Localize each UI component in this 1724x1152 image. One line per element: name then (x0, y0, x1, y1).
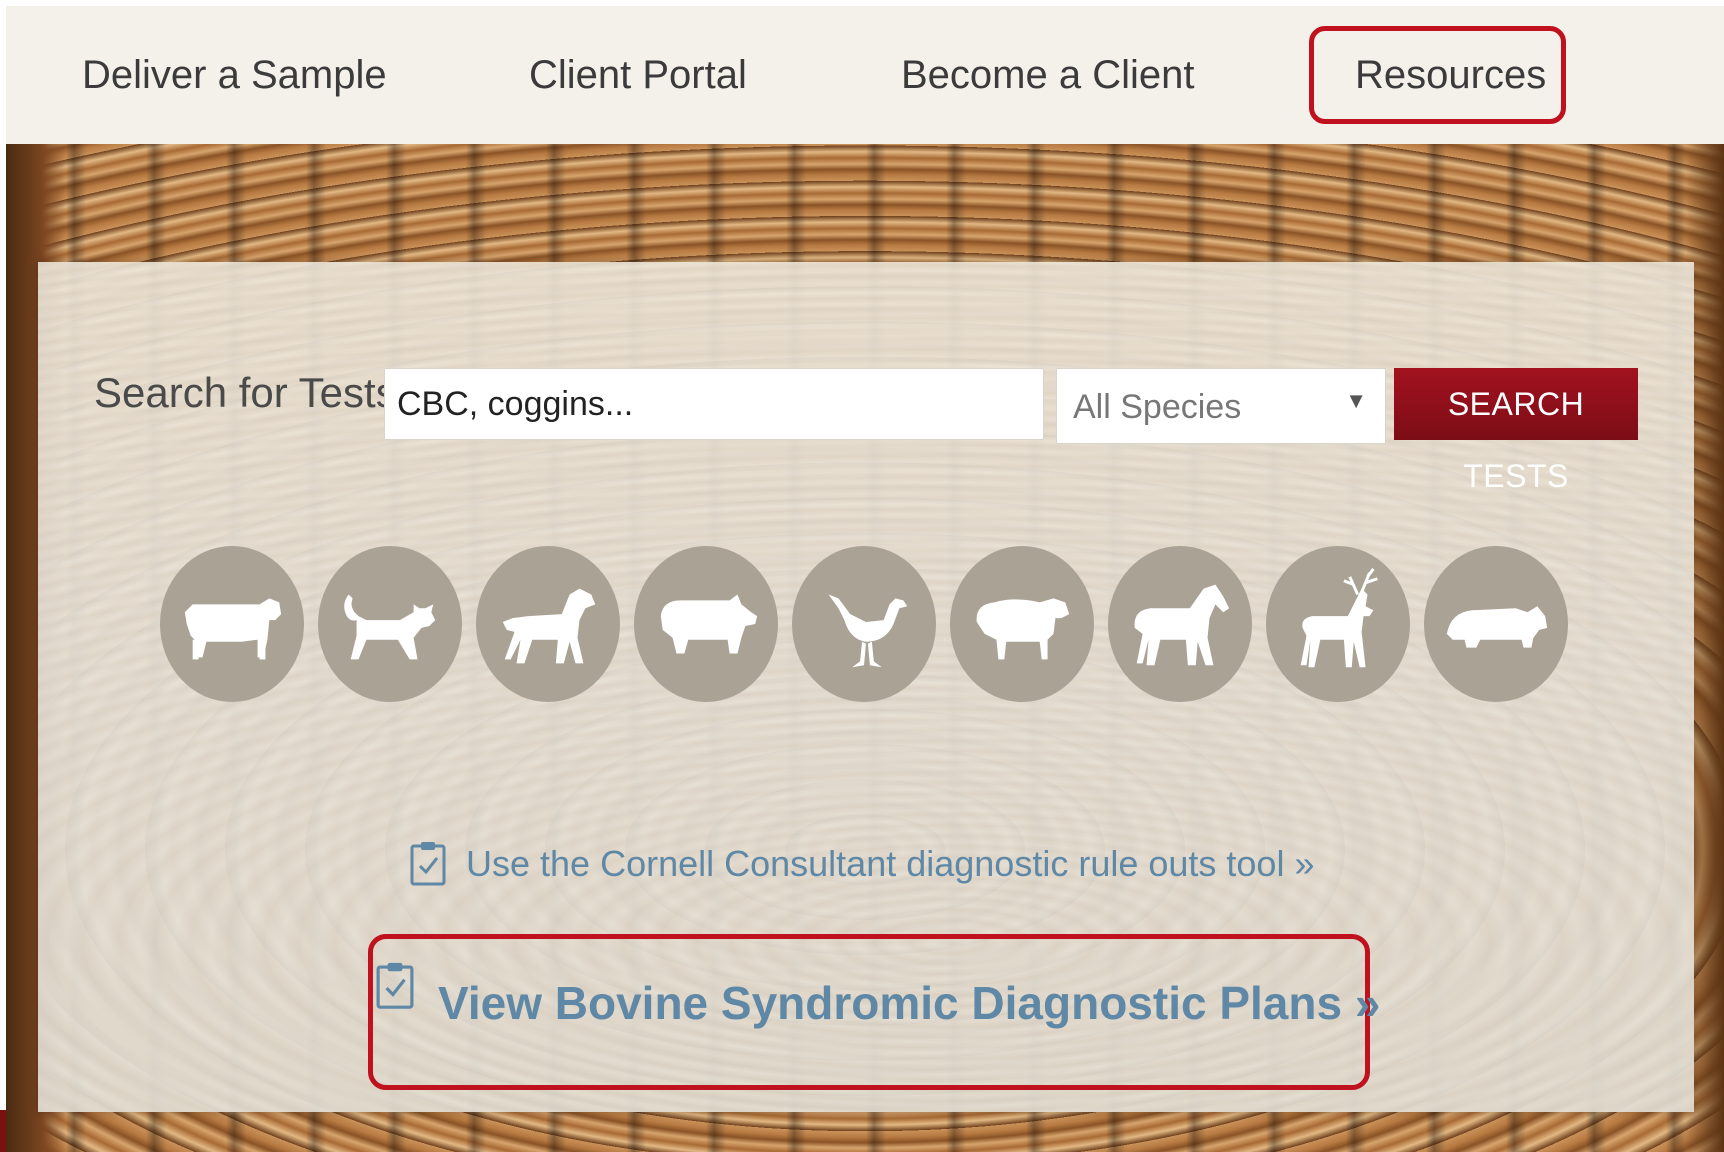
species-cat-button[interactable] (318, 546, 462, 702)
nav-deliver-sample[interactable]: Deliver a Sample (82, 6, 387, 144)
cow-icon (184, 598, 282, 660)
search-tests-button[interactable]: SEARCH TESTS (1394, 368, 1638, 494)
cat-icon (344, 594, 436, 660)
page: Deliver a Sample Client Portal Become a … (0, 0, 1724, 1152)
species-horse-button[interactable] (1108, 546, 1252, 702)
resources-highlight-box (1309, 26, 1566, 124)
species-select-value: All Species (1073, 388, 1242, 426)
chicken-icon (828, 594, 908, 668)
clipboard-check-icon (410, 842, 446, 886)
species-pig-button[interactable] (634, 546, 778, 702)
species-cow-button[interactable] (160, 546, 304, 702)
clipboard-check-icon (376, 962, 414, 1009)
deer-icon (1300, 568, 1378, 668)
species-dog-button[interactable] (476, 546, 620, 702)
horse-icon (1134, 584, 1230, 666)
species-deer-button[interactable] (1266, 546, 1410, 702)
search-input[interactable] (384, 368, 1044, 440)
test-search-panel: Search for Tests All Species ▼ SEARCH TE… (38, 262, 1694, 1112)
nav-become-client[interactable]: Become a Client (901, 6, 1194, 144)
dog-icon (502, 588, 596, 664)
cornell-consultant-link-text: Use the Cornell Consultant diagnostic ru… (466, 843, 1315, 884)
rhino-icon (1446, 606, 1548, 648)
species-rhino-button[interactable] (1424, 546, 1568, 702)
caret-down-icon: ▼ (1345, 388, 1367, 413)
sheep-icon (976, 598, 1070, 660)
species-icon-row (160, 546, 1600, 706)
nav-client-portal[interactable]: Client Portal (529, 6, 747, 144)
bottom-edge-decoration (0, 1110, 6, 1152)
search-label: Search for Tests (94, 369, 397, 416)
species-sheep-button[interactable] (950, 546, 1094, 702)
species-select[interactable]: All Species ▼ (1056, 368, 1386, 444)
species-chicken-button[interactable] (792, 546, 936, 702)
bovine-plans-link-text: View Bovine Syndromic Diagnostic Plans » (438, 977, 1381, 1029)
pig-icon (660, 594, 758, 654)
